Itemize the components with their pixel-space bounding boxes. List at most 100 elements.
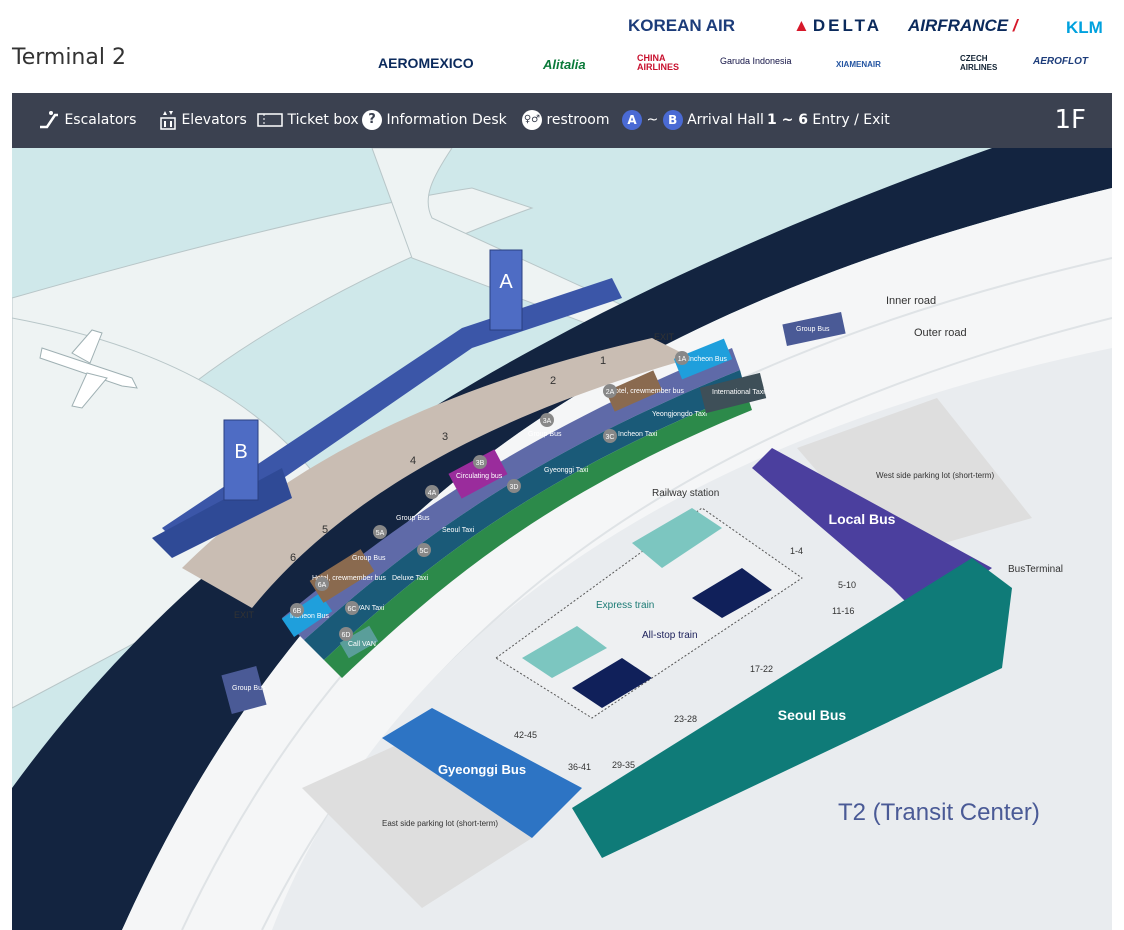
stop-badge: 3C [606, 434, 615, 441]
restroom-icon: ♀♂ [522, 110, 542, 130]
exit-top-label: EXIT [654, 332, 675, 342]
terminal-map: A B Inner road Outer road EXIT EXIT 1 2 … [12, 148, 1112, 930]
ticket-icon [257, 113, 283, 127]
page-title: Terminal 2 [12, 45, 126, 70]
gate-label: 6 [290, 552, 296, 564]
exit-bottom-label: EXIT [234, 610, 255, 620]
outer-road-label: Outer road [914, 327, 967, 339]
stop-6c-label: VAN Taxi [356, 605, 385, 612]
legend-entry-exit: 1 ~ 6 Entry / Exit [767, 93, 890, 148]
platform-label: 23-28 [674, 714, 697, 724]
local-bus-label: Local Bus [829, 511, 896, 527]
gate-label: 2 [550, 375, 556, 387]
restroom-label: restroom [546, 112, 610, 128]
stop-badge: 3D [510, 484, 519, 491]
legend-arrival-hall: A ~ B Arrival Hall [622, 93, 764, 148]
hall-a-badge: A [622, 110, 642, 130]
railway-station-label: Railway station [652, 488, 719, 499]
platform-label: 36-41 [568, 762, 591, 772]
stop-6d-label: Call VAN [348, 641, 376, 648]
floor-indicator: 1F [1054, 105, 1087, 135]
legend-escalators: Escalators [38, 93, 136, 148]
platform-label: 5-10 [838, 580, 856, 590]
aeroflot-logo: AEROFLOT [1033, 56, 1088, 67]
stop-2a-label: Hotel, crewmember bus [610, 388, 684, 395]
seoul-bus-label: Seoul Bus [778, 707, 847, 723]
entry-exit-label: Entry / Exit [812, 112, 890, 128]
legend-elevators: Elevators [159, 93, 247, 148]
hall-a-label: A [499, 271, 513, 293]
gate-label: 3 [442, 431, 448, 443]
stop-5a-label: Group Bus [352, 555, 386, 562]
xiamenair-logo: XIAMENAIR [836, 60, 881, 69]
entry-range: 1 ~ 6 [767, 112, 808, 128]
group-bus-top-label: Group Bus [796, 326, 830, 333]
platform-label: 1-4 [790, 546, 803, 556]
elevators-label: Elevators [181, 112, 247, 128]
international-taxi-label: International Taxi [712, 389, 765, 396]
arrival-hall-label: Arrival Hall [687, 112, 764, 128]
transit-center-label: T2 (Transit Center) [838, 799, 1040, 826]
airfrance-text: AIRFRANCE [908, 16, 1009, 35]
stop-badge: 6A [318, 582, 327, 589]
east-parking-label: East side parking lot (short-term) [382, 819, 498, 828]
information-label: Information Desk [386, 112, 507, 128]
hall-tilde: ~ [646, 112, 659, 128]
deluxe-taxi-label: Deluxe Taxi [392, 575, 429, 582]
alitalia-logo: Alitalia [543, 57, 586, 72]
information-icon: ? [362, 110, 382, 130]
koreanair-logo: KOREAN AIR [628, 16, 736, 35]
stop-3c-label: Incheon Taxi [618, 431, 658, 438]
delta-logo: ▲DELTA [793, 16, 882, 35]
gate-label: 5 [322, 524, 328, 536]
yeongjongdo-taxi-label: Yeongjongdo Taxi [652, 411, 707, 418]
express-train-label: Express train [596, 600, 654, 611]
stop-3d-label: Gyeonggi Taxi [544, 467, 589, 474]
platform-label: 29-35 [612, 760, 635, 770]
chinaairlines-logo: CHINA AIRLINES [637, 53, 680, 72]
stop-badge: 2A [606, 389, 615, 396]
platform-label: 11-16 [832, 606, 854, 616]
escalators-label: Escalators [64, 112, 137, 128]
airfrance-logo: AIRFRANCE / [908, 16, 1018, 35]
stop-badge: 3B [476, 460, 485, 467]
allstop-train-label: All-stop train [642, 630, 698, 641]
stop-3a-label: Group Bus [528, 431, 562, 438]
hall-b-badge: B [662, 110, 683, 130]
map-svg: A B Inner road Outer road EXIT EXIT 1 2 … [12, 148, 1112, 930]
legend-restroom: ♀♂ restroom [522, 93, 610, 148]
bus-terminal-label: BusTerminal [1008, 564, 1063, 575]
legend-information: ? Information Desk [362, 93, 507, 148]
hall-b-label: B [234, 441, 247, 463]
gyeonggi-bus-label: Gyeonggi Bus [438, 762, 526, 777]
stop-1a-label: Incheon Bus [688, 356, 727, 363]
czechairlines-logo: CZECH AIRLINES [960, 54, 998, 72]
legend-ticket-box: Ticket box [257, 93, 359, 148]
legend-bar: Escalators Elevators Ticket box ? Inform… [12, 93, 1112, 148]
platform-label: 42-45 [514, 730, 537, 740]
garuda-logo: Garuda Indonesia [720, 56, 792, 66]
gate-label: 4 [410, 455, 416, 467]
elevator-icon [160, 111, 176, 130]
west-parking-label: West side parking lot (short-term) [876, 471, 994, 480]
delta-text: DELTA [812, 16, 882, 35]
gate-label: 1 [600, 355, 606, 367]
aeromexico-logo: AEROMEXICO [378, 55, 474, 71]
stop-badge: 6B [293, 608, 302, 615]
stop-badge: 1A [678, 356, 687, 363]
ticket-box-label: Ticket box [287, 112, 359, 128]
stop-badge: 6C [348, 606, 357, 613]
stop-badge: 5A [376, 530, 385, 537]
stop-badge: 3A [543, 418, 552, 425]
stop-4a-label: Group Bus [396, 515, 430, 522]
inner-road-label: Inner road [886, 295, 936, 307]
klm-logo: KLM [1066, 18, 1103, 37]
platform-label: 17-22 [750, 664, 773, 674]
stop-badge: 6D [342, 632, 351, 639]
stop-5c-label: Seoul Taxi [442, 527, 475, 534]
stop-badge: 4A [428, 490, 437, 497]
stop-3b-label: Circulating bus [456, 473, 503, 480]
group-bus-left-label: Group Bus [232, 685, 266, 692]
stop-badge: 5C [420, 548, 429, 555]
escalator-icon [40, 111, 58, 129]
